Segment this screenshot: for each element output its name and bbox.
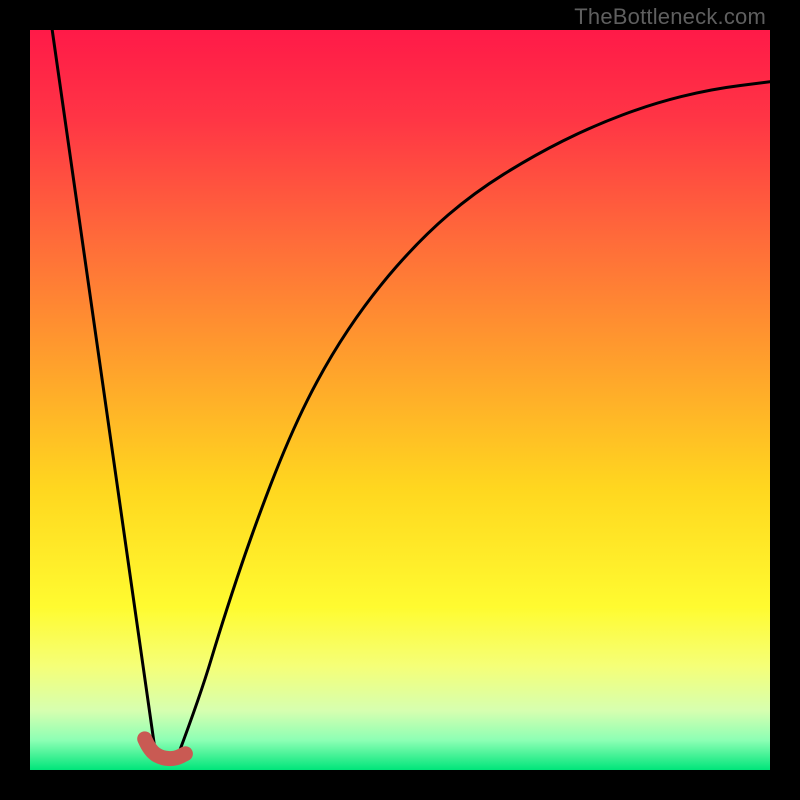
plot-area [30, 30, 770, 770]
curves-layer [30, 30, 770, 770]
left-line [52, 30, 156, 755]
watermark-text: TheBottleneck.com [574, 4, 766, 30]
right-curve [178, 82, 770, 755]
elbow-marker [145, 739, 186, 759]
chart-frame: TheBottleneck.com [0, 0, 800, 800]
